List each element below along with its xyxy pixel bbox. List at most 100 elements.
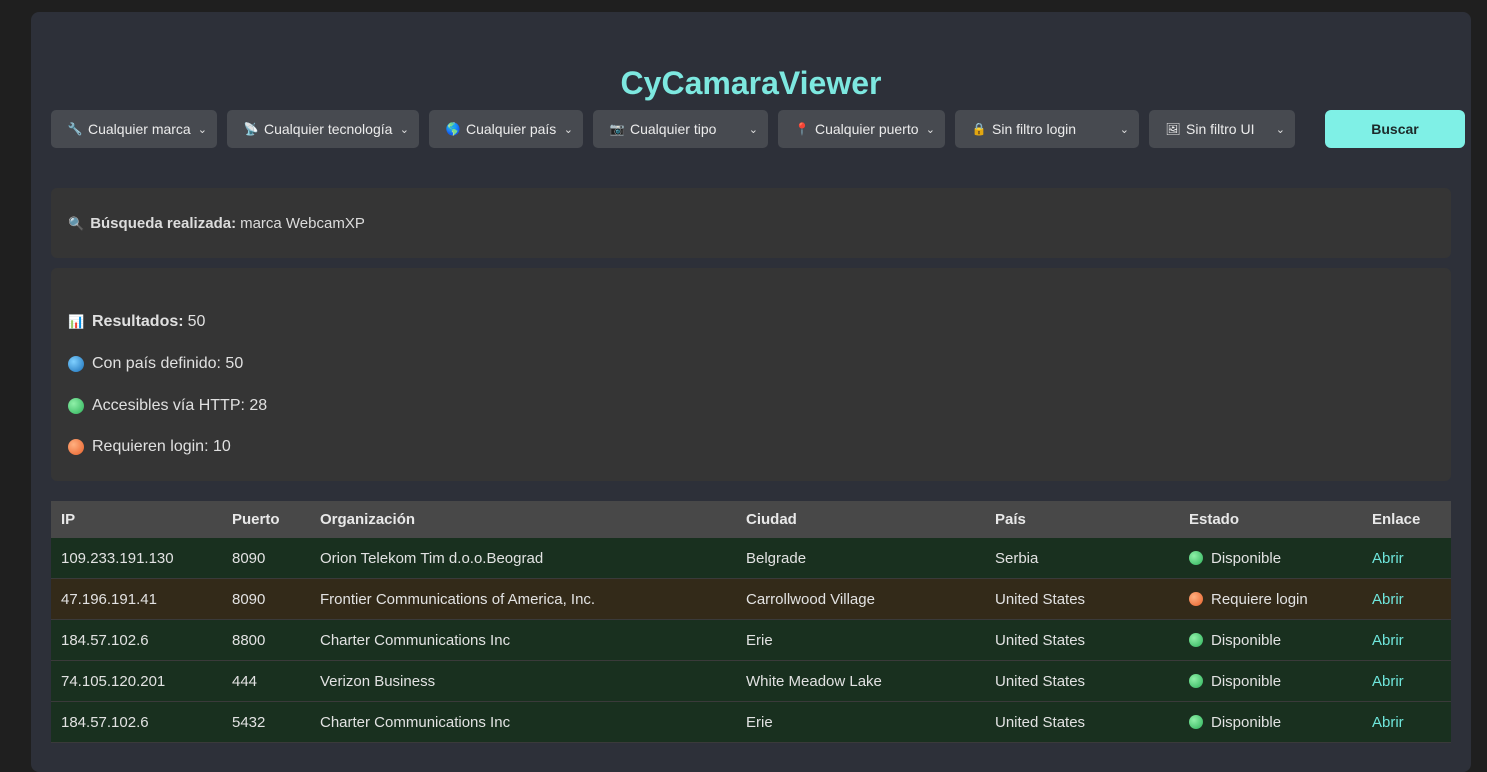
column-header-status: Estado xyxy=(1189,511,1240,528)
port-select-label: Cualquier puerto xyxy=(815,121,919,137)
cell-org: Verizon Business xyxy=(310,660,736,702)
query-line: 🔍 Búsqueda realizada: marca WebcamXP xyxy=(68,215,365,232)
ui-select[interactable]: 🖼 Sin filtro UI ⌄ xyxy=(1149,110,1295,148)
status-badge: Disponible xyxy=(1211,631,1282,649)
stat-results: 📊 Resultados: 50 xyxy=(68,313,205,331)
frame-icon: 🖼 xyxy=(1165,122,1181,136)
stat-country-text: Con país definido: 50 xyxy=(92,355,244,372)
column-header-country: País xyxy=(995,511,1026,528)
cell-org: Charter Communications Inc xyxy=(310,619,736,661)
open-link[interactable]: Abrir xyxy=(1372,714,1404,731)
port-select[interactable]: 📍 Cualquier puerto ⌄ xyxy=(778,110,945,148)
cell-country: Serbia xyxy=(985,538,1179,579)
login-select-label: Sin filtro login xyxy=(992,121,1077,137)
cell-ip: 184.57.102.6 xyxy=(51,701,222,743)
cell-port: 444 xyxy=(222,660,310,702)
table-row: 74.105.120.201 444 Verizon Business Whit… xyxy=(51,660,1451,702)
chevron-down-icon: ⌄ xyxy=(1119,123,1129,136)
open-link[interactable]: Abrir xyxy=(1372,550,1404,567)
table-header-row: IP Puerto Organización Ciudad País Estad… xyxy=(51,501,1451,538)
query-summary: 🔍 Búsqueda realizada: marca WebcamXP xyxy=(51,188,1451,258)
cell-ip: 184.57.102.6 xyxy=(51,619,222,661)
login-select[interactable]: 🔒 Sin filtro login ⌄ xyxy=(955,110,1139,148)
cell-ip: 47.196.191.41 xyxy=(51,578,222,620)
cell-country: United States xyxy=(985,619,1179,661)
query-label: Búsqueda realizada: xyxy=(90,215,237,232)
orange-circle-icon xyxy=(68,439,84,455)
status-badge: Disponible xyxy=(1211,549,1282,567)
cell-ip: 74.105.120.201 xyxy=(51,660,222,702)
cell-org: Frontier Communications of America, Inc. xyxy=(310,578,736,620)
cell-country: United States xyxy=(985,660,1179,702)
cell-status: Disponible xyxy=(1179,538,1362,579)
cell-link: Abrir xyxy=(1362,701,1451,743)
cell-city: White Meadow Lake xyxy=(736,660,985,702)
globe-icon xyxy=(68,356,84,372)
chevron-down-icon: ⌄ xyxy=(197,123,207,136)
chevron-down-icon: ⌄ xyxy=(399,123,409,136)
orange-circle-icon xyxy=(1189,592,1203,606)
magnifier-icon: 🔍 xyxy=(68,216,85,231)
cell-link: Abrir xyxy=(1362,660,1451,702)
brand-select-label: Cualquier marca xyxy=(88,121,191,137)
technology-select[interactable]: 📡 Cualquier tecnología ⌄ xyxy=(227,110,419,148)
chevron-down-icon: ⌄ xyxy=(748,123,758,136)
stat-country: Con país definido: 50 xyxy=(68,355,243,373)
stat-results-value: 50 xyxy=(187,313,206,330)
column-header-org: Organización xyxy=(320,511,416,528)
cell-city: Carrollwood Village xyxy=(736,578,985,620)
stats-panel: 📊 Resultados: 50 Con país definido: 50 A… xyxy=(51,268,1451,481)
cell-status: Disponible xyxy=(1179,660,1362,702)
cell-city: Erie xyxy=(736,619,985,661)
chevron-down-icon: ⌄ xyxy=(925,123,935,136)
cell-city: Belgrade xyxy=(736,538,985,579)
cell-status: Requiere login xyxy=(1179,578,1362,620)
open-link[interactable]: Abrir xyxy=(1372,632,1404,649)
brand-select[interactable]: 🔧 Cualquier marca ⌄ xyxy=(51,110,217,148)
country-select-label: Cualquier país xyxy=(466,121,557,137)
cell-link: Abrir xyxy=(1362,619,1451,661)
cell-port: 8090 xyxy=(222,578,310,620)
search-button[interactable]: Buscar xyxy=(1325,110,1465,148)
wrench-icon: 🔧 xyxy=(67,122,83,136)
cell-status: Disponible xyxy=(1179,701,1362,743)
country-select[interactable]: 🌎 Cualquier país ⌄ xyxy=(429,110,583,148)
query-value: marca WebcamXP xyxy=(240,215,365,232)
green-circle-icon xyxy=(1189,551,1203,565)
type-select[interactable]: 📷 Cualquier tipo ⌄ xyxy=(593,110,768,148)
cell-status: Disponible xyxy=(1179,619,1362,661)
cell-org: Orion Telekom Tim d.o.o.Beograd xyxy=(310,538,736,579)
camera-icon: 📷 xyxy=(609,122,625,136)
type-select-label: Cualquier tipo xyxy=(630,121,717,137)
table-row: 47.196.191.41 8090 Frontier Communicatio… xyxy=(51,578,1451,620)
main-panel: CyCamaraViewer 🔧 Cualquier marca ⌄ 📡 Cua… xyxy=(31,12,1471,772)
table-row: 184.57.102.6 8800 Charter Communications… xyxy=(51,619,1451,661)
stat-http-text: Accesibles vía HTTP: 28 xyxy=(92,397,268,414)
cell-port: 5432 xyxy=(222,701,310,743)
column-header-port: Puerto xyxy=(232,511,280,528)
technology-select-label: Cualquier tecnología xyxy=(264,121,393,137)
cell-city: Erie xyxy=(736,701,985,743)
stat-login: Requieren login: 10 xyxy=(68,438,231,456)
stat-results-label: Resultados: xyxy=(92,313,184,330)
stat-login-text: Requieren login: 10 xyxy=(92,438,231,455)
green-circle-icon xyxy=(68,398,84,414)
green-circle-icon xyxy=(1189,715,1203,729)
column-header-city: Ciudad xyxy=(746,511,797,528)
stat-http: Accesibles vía HTTP: 28 xyxy=(68,397,267,415)
open-link[interactable]: Abrir xyxy=(1372,591,1404,608)
cell-country: United States xyxy=(985,578,1179,620)
satellite-icon: 📡 xyxy=(243,122,259,136)
column-header-ip: IP xyxy=(61,511,76,528)
page-title: CyCamaraViewer xyxy=(620,65,882,101)
table-row: 184.57.102.6 5432 Charter Communications… xyxy=(51,701,1451,743)
chevron-down-icon: ⌄ xyxy=(563,123,573,136)
status-badge: Requiere login xyxy=(1211,590,1308,608)
cell-country: United States xyxy=(985,701,1179,743)
green-circle-icon xyxy=(1189,633,1203,647)
column-header-link: Enlace xyxy=(1372,511,1421,528)
results-table: IP Puerto Organización Ciudad País Estad… xyxy=(51,501,1451,743)
cell-ip: 109.233.191.130 xyxy=(51,538,222,579)
open-link[interactable]: Abrir xyxy=(1372,673,1404,690)
cell-link: Abrir xyxy=(1362,578,1451,620)
